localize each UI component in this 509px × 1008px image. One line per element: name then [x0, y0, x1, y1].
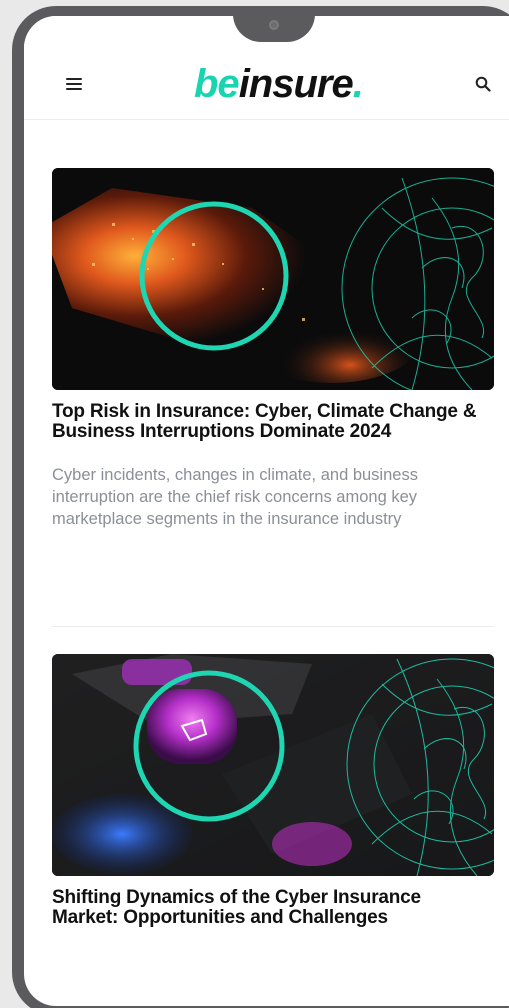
- article-divider: [52, 626, 494, 627]
- article-thumbnail[interactable]: [52, 654, 494, 876]
- phone-screen: beinsure. Top Risk in Insurance: Cyber, …: [24, 16, 509, 1006]
- article-excerpt: Cyber incidents, changes in climate, and…: [52, 466, 418, 528]
- hamburger-menu-icon[interactable]: [66, 78, 82, 90]
- device-neon-image: [52, 654, 494, 876]
- article-card[interactable]: Top Risk in Insurance: Cyber, Climate Ch…: [52, 168, 494, 530]
- logo-dot: .: [352, 62, 364, 106]
- city-lights-image: [52, 168, 494, 390]
- article-title[interactable]: Top Risk in Insurance: Cyber, Climate Ch…: [52, 402, 482, 442]
- article-title[interactable]: Shifting Dynamics of the Cyber Insurance…: [52, 888, 482, 928]
- search-icon[interactable]: [475, 76, 491, 92]
- site-logo[interactable]: beinsure.: [194, 60, 364, 108]
- article-thumbnail[interactable]: [52, 168, 494, 390]
- logo-suffix: insure: [238, 62, 354, 106]
- logo-prefix: be: [194, 62, 240, 106]
- camera-icon: [269, 20, 279, 30]
- article-card[interactable]: Shifting Dynamics of the Cyber Insurance…: [52, 654, 494, 928]
